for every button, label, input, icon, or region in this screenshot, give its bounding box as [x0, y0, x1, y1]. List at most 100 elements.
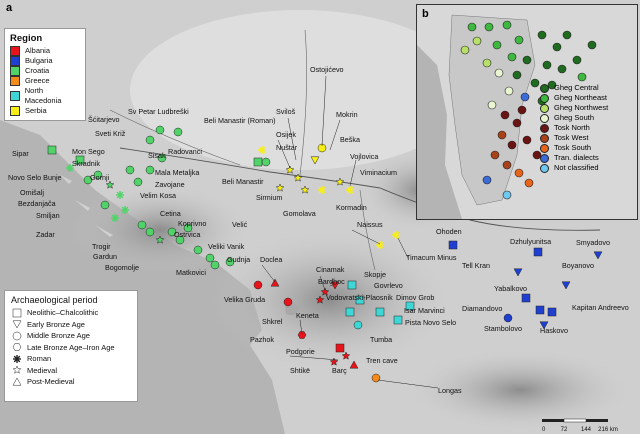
dialect-legend-label: Tosk West — [554, 133, 589, 142]
period-legend-item: Roman — [11, 353, 131, 365]
hexagon-icon — [12, 343, 22, 351]
site-label: Sipar — [12, 149, 29, 158]
site-label: Velić — [232, 220, 248, 229]
triangle-down-icon — [12, 320, 22, 329]
site-label: Sv Petar Ludbreški — [128, 107, 189, 116]
site-marker — [533, 247, 543, 257]
site-label: Kormadin — [336, 203, 367, 212]
site-marker — [253, 280, 263, 290]
region-legend-item: Croatia — [10, 66, 80, 76]
dialect-legend-label: Gheg Northwest — [554, 103, 609, 112]
site-marker — [100, 200, 110, 210]
dialect-legend-item: Not classified — [540, 163, 632, 173]
dialect-point — [507, 52, 517, 62]
site-label: Nuštar — [276, 143, 298, 152]
site-marker — [503, 313, 513, 323]
dialect-point — [467, 22, 477, 32]
dialect-point — [537, 30, 547, 40]
dialect-point — [552, 42, 562, 52]
period-legend-label: Late Bronze Age–Iron Age — [27, 342, 115, 352]
panel-b-label: b — [422, 8, 429, 20]
site-label: Ohoden — [436, 227, 462, 236]
site-label: Gardun — [93, 252, 117, 261]
site-marker — [47, 145, 57, 155]
site-label: Sveti Križ — [95, 129, 126, 138]
site-marker — [145, 135, 155, 145]
site-label: Boyanovo — [562, 261, 594, 270]
period-legend-item: Post-Medieval — [11, 376, 131, 388]
site-label: Dimov Grob — [396, 293, 434, 302]
region-legend-item: Greece — [10, 76, 80, 86]
site-label: Doclea — [260, 255, 282, 264]
region-legend-item: Serbia — [10, 106, 80, 116]
site-label: Zavojane — [155, 180, 185, 189]
site-label: Ostrvica — [174, 230, 200, 239]
site-label: Zadar — [36, 230, 55, 239]
site-marker — [173, 127, 183, 137]
period-legend-label: Medieval — [27, 365, 58, 375]
site-marker — [392, 231, 400, 239]
site-label: Podgorie — [286, 347, 315, 356]
site-label: Isar Marvinci — [404, 306, 445, 315]
dialect-point — [494, 68, 504, 78]
star-icon — [12, 365, 22, 374]
dialect-legend-label: Gheg Northeast — [554, 93, 607, 102]
site-label: Vojlovica — [350, 152, 378, 161]
dialect-legend: Gheg Central Gheg Northeast Gheg Northwest… — [540, 83, 632, 173]
dialect-swatch — [540, 83, 549, 93]
dialect-point — [502, 160, 512, 170]
site-label: Sviloš — [276, 107, 296, 116]
dialect-point — [507, 140, 517, 150]
site-label: Stambolovo — [484, 324, 522, 333]
dialect-point — [542, 60, 552, 70]
site-marker — [111, 214, 119, 222]
site-marker — [535, 305, 545, 315]
dialect-legend-label: Gheg South — [554, 113, 595, 122]
site-label: Bogomolje — [105, 263, 139, 272]
dialect-point — [504, 86, 514, 96]
site-label: Mokrin — [336, 110, 358, 119]
site-label: Radovanci — [168, 147, 202, 156]
site-label: Skopje — [364, 270, 386, 279]
dialect-swatch — [540, 143, 549, 153]
dialect-point — [514, 168, 524, 178]
region-swatch — [10, 46, 20, 56]
dialect-point — [500, 110, 510, 120]
dialect-point — [487, 100, 497, 110]
dialect-point — [530, 78, 540, 88]
dialect-swatch — [540, 153, 549, 163]
period-legend-label: Middle Bronze Age — [27, 331, 90, 340]
region-legend: Region Albania Bulgaria Croatia Greece North… — [4, 28, 86, 121]
site-marker — [346, 186, 354, 194]
dialect-point — [482, 175, 492, 185]
region-legend-item: Albania — [10, 46, 80, 56]
site-marker — [193, 245, 203, 255]
site-label: Cetina — [160, 209, 181, 218]
dialect-point — [502, 20, 512, 30]
site-label: Pazhok — [250, 335, 274, 344]
dialect-point — [522, 135, 532, 145]
dialect-swatch — [540, 163, 549, 173]
dialect-point — [472, 36, 482, 46]
period-legend-title: Archaeological period — [11, 295, 98, 305]
site-marker — [347, 280, 357, 290]
site-label: Haskovo — [540, 326, 568, 335]
site-label: Veliki Vanik — [208, 242, 245, 251]
dialect-point — [577, 72, 587, 82]
site-label: Beli Manastir (Roman) — [204, 116, 276, 125]
dialect-point — [520, 92, 530, 102]
site-marker — [375, 307, 385, 317]
dialect-point — [557, 64, 567, 74]
dialect-point — [562, 30, 572, 40]
site-marker — [210, 260, 220, 270]
period-legend-item: Middle Bronze Age — [11, 330, 131, 342]
site-label: Mon Sego — [72, 147, 105, 156]
site-marker — [393, 315, 403, 325]
site-marker — [145, 227, 155, 237]
region-legend-label: Albania — [25, 46, 51, 55]
square-icon — [12, 308, 22, 317]
site-label: Mala Metaljka — [155, 168, 199, 177]
dialect-legend-item: Tosk South — [540, 143, 632, 153]
site-label: Tell Kran — [462, 261, 490, 270]
site-marker — [261, 157, 271, 167]
